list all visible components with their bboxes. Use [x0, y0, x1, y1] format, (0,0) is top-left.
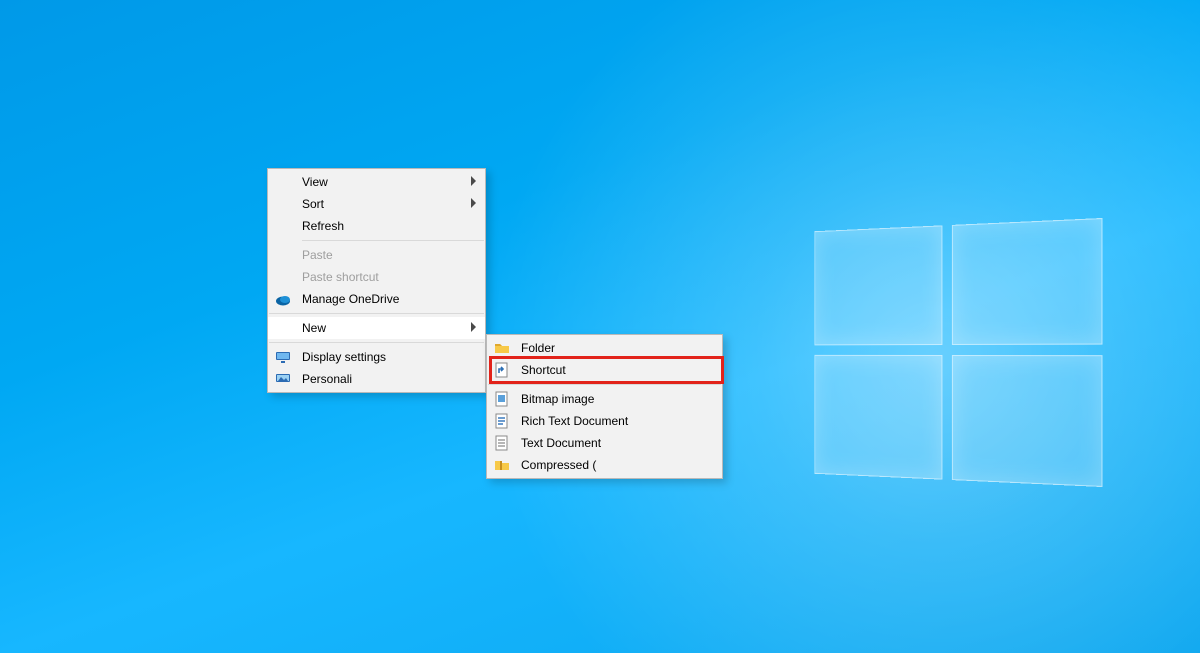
new-submenu: Folder Shortcut Bitmap image Rich Text D…: [486, 334, 723, 479]
chevron-right-icon: [471, 198, 477, 208]
folder-icon: [494, 340, 510, 356]
menu-item-refresh[interactable]: Refresh: [268, 215, 485, 237]
submenu-item-folder[interactable]: Folder: [487, 337, 722, 359]
menu-label: Sort: [302, 197, 324, 211]
submenu-item-rtf[interactable]: Rich Text Document: [487, 410, 722, 432]
bitmap-icon: [494, 391, 510, 407]
personalize-icon: [275, 371, 291, 387]
menu-item-new[interactable]: New: [268, 317, 485, 339]
menu-separator: [269, 342, 484, 343]
desktop-context-menu: View Sort Refresh Paste Paste shortcut M: [267, 168, 486, 393]
submenu-item-txt[interactable]: Text Document: [487, 432, 722, 454]
menu-label: Display settings: [302, 350, 386, 364]
menu-item-view[interactable]: View: [268, 171, 485, 193]
menu-label: View: [302, 175, 328, 189]
menu-item-manage-onedrive[interactable]: Manage OneDrive: [268, 288, 485, 310]
rtf-icon: [494, 413, 510, 429]
menu-label: Refresh: [302, 219, 344, 233]
submenu-item-zip[interactable]: Compressed (: [487, 454, 722, 476]
menu-separator: [488, 384, 721, 385]
menu-separator: [302, 240, 484, 241]
menu-label: Paste: [302, 248, 333, 262]
onedrive-icon: [275, 291, 291, 307]
menu-label: Rich Text Document: [521, 414, 628, 428]
submenu-item-shortcut[interactable]: Shortcut: [487, 359, 722, 381]
menu-item-paste: Paste: [268, 244, 485, 266]
menu-label: Manage OneDrive: [302, 292, 399, 306]
windows-logo: [814, 218, 1100, 487]
menu-item-paste-shortcut: Paste shortcut: [268, 266, 485, 288]
menu-item-display-settings[interactable]: Display settings: [268, 346, 485, 368]
zip-icon: [494, 457, 510, 473]
menu-label: Folder: [521, 341, 555, 355]
menu-label: Compressed (: [521, 458, 596, 472]
menu-label: Paste shortcut: [302, 270, 379, 284]
submenu-item-bitmap[interactable]: Bitmap image: [487, 388, 722, 410]
display-icon: [275, 349, 291, 365]
menu-separator: [269, 313, 484, 314]
menu-item-personalize[interactable]: Personali: [268, 368, 485, 390]
menu-label: Text Document: [521, 436, 601, 450]
shortcut-icon: [494, 362, 510, 378]
menu-label: New: [302, 321, 326, 335]
menu-label: Personali: [302, 372, 352, 386]
menu-label: Shortcut: [521, 363, 566, 377]
chevron-right-icon: [471, 176, 477, 186]
chevron-right-icon: [471, 322, 477, 332]
desktop-wallpaper[interactable]: View Sort Refresh Paste Paste shortcut M: [0, 0, 1200, 653]
menu-item-sort[interactable]: Sort: [268, 193, 485, 215]
txt-icon: [494, 435, 510, 451]
menu-label: Bitmap image: [521, 392, 594, 406]
